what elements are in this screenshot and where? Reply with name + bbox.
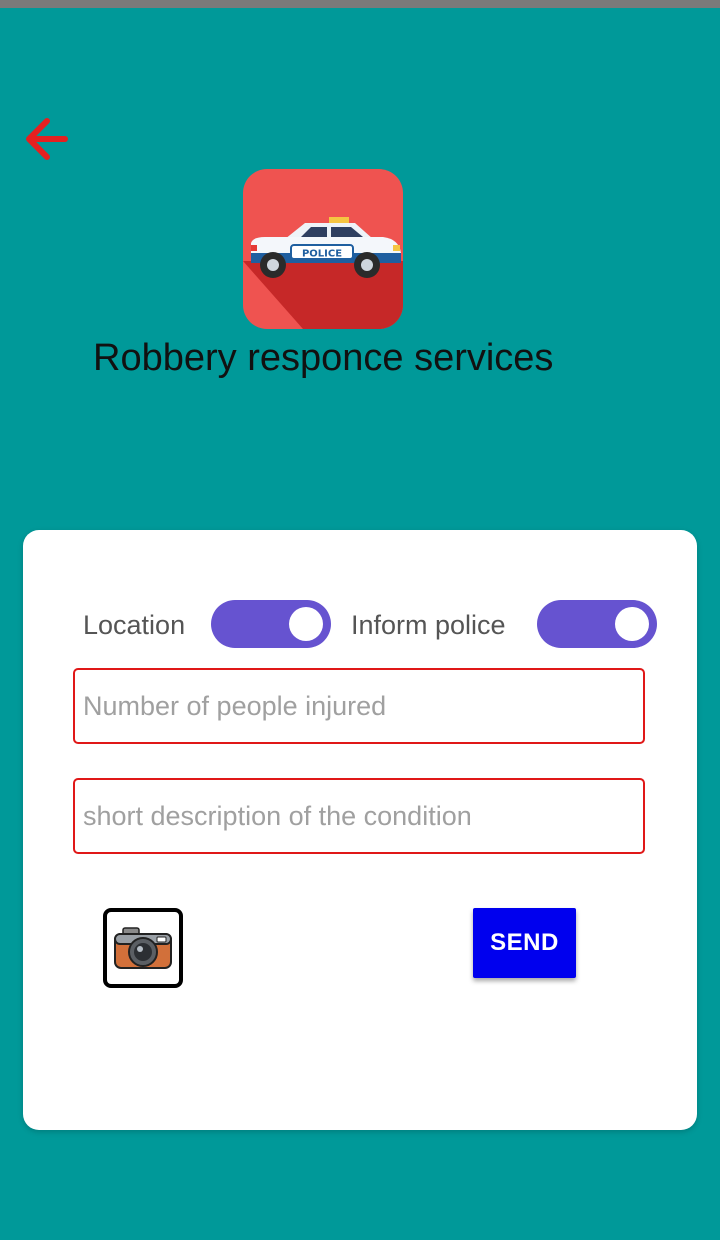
location-toggle[interactable]	[211, 600, 331, 648]
description-input[interactable]	[73, 778, 645, 854]
inform-police-toggle[interactable]	[537, 600, 657, 648]
arrow-left-icon	[26, 118, 68, 160]
location-toggle-label: Location	[83, 610, 186, 640]
app-logo: POLICE	[243, 169, 403, 329]
inform-police-toggle-label: Inform police	[351, 610, 506, 640]
inform-police-toggle-knob	[615, 607, 649, 641]
send-button[interactable]: SEND	[473, 908, 576, 978]
camera-icon	[114, 927, 172, 969]
back-button[interactable]	[18, 112, 72, 166]
location-toggle-knob	[289, 607, 323, 641]
police-logo-text: POLICE	[302, 249, 342, 260]
injured-count-input[interactable]	[73, 668, 645, 744]
police-car-icon: POLICE	[243, 169, 403, 329]
page-title: Robbery responce services	[93, 337, 554, 379]
camera-button[interactable]	[103, 908, 183, 988]
status-bar	[0, 0, 720, 8]
report-card: Location Inform police SEND	[23, 530, 697, 1130]
